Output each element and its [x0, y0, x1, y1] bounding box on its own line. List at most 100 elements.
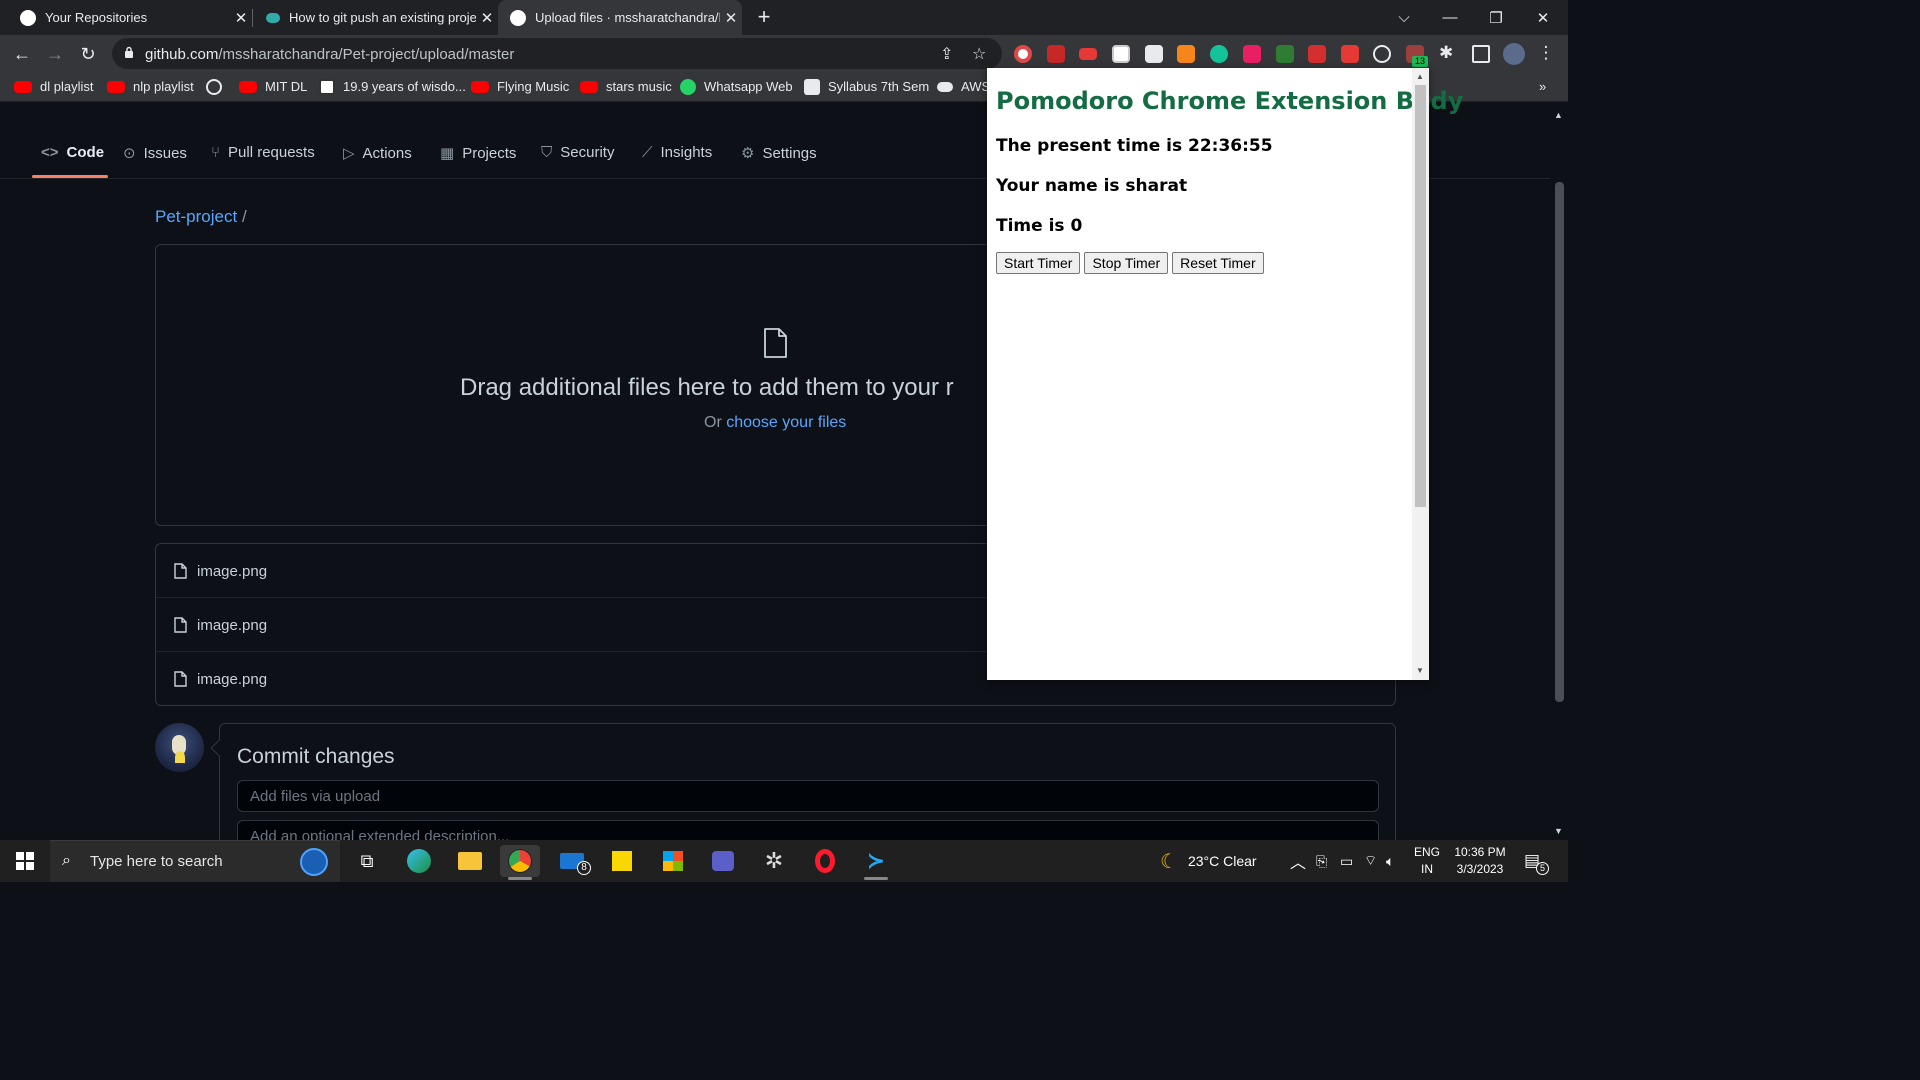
bookmark-dl-playlist[interactable]: dl playlist — [14, 72, 93, 101]
tab-upload-files[interactable]: Upload files · mssharatchandra/P ✕ — [498, 0, 742, 35]
volume-icon[interactable]: 🔈︎ — [1386, 840, 1394, 882]
page-scrollbar[interactable]: ▲ ▼ — [1550, 102, 1568, 840]
tab-settings[interactable]: ⚙ Settings — [741, 144, 817, 163]
weather-widget[interactable]: ☾ 23°C Clear — [1160, 840, 1257, 882]
notification-center-button[interactable]: ▤ 5 — [1524, 840, 1549, 882]
sticky-notes-app[interactable] — [602, 845, 642, 877]
stop-timer-button[interactable]: Stop Timer — [1084, 252, 1169, 274]
react-devtools-icon[interactable] — [1373, 45, 1391, 63]
bookmark-label: Whatsapp Web — [704, 79, 793, 94]
tray-overflow-button[interactable]: ︿ — [1290, 840, 1306, 882]
reload-button[interactable]: ↻ — [76, 42, 100, 66]
profile-avatar[interactable] — [1503, 43, 1525, 65]
play-extension-icon[interactable] — [1308, 45, 1326, 63]
notification-count: 5 — [1536, 862, 1549, 875]
reset-timer-button[interactable]: Reset Timer — [1172, 252, 1264, 274]
notion-extension-icon[interactable] — [1112, 45, 1130, 63]
scroll-up-icon[interactable]: ▲ — [1554, 110, 1563, 120]
store-app[interactable] — [653, 845, 693, 877]
language-indicator[interactable]: ENG IN — [1414, 840, 1440, 882]
task-view-button[interactable]: ⧉ — [347, 845, 387, 877]
extensions-puzzle-icon[interactable]: ✱ — [1439, 43, 1457, 62]
mail-app[interactable]: 8 — [552, 845, 592, 877]
minimize-button[interactable]: — — [1427, 0, 1473, 35]
grammarly-extension-icon[interactable] — [1210, 45, 1228, 63]
opera-app[interactable] — [805, 845, 845, 877]
bookmark-whatsapp[interactable]: Whatsapp Web — [680, 72, 793, 101]
address-bar[interactable]: github.com/mssharatchandra/Pet-project/u… — [112, 38, 1002, 69]
commit-summary-input[interactable]: Add files via upload — [237, 780, 1379, 812]
meet-now-icon[interactable]: ⎘ — [1316, 840, 1327, 882]
breadcrumb-repo-link[interactable]: Pet-project — [155, 207, 237, 226]
taskbar-search[interactable]: ⌕ Type here to search — [50, 840, 340, 882]
chrome-app[interactable] — [500, 845, 540, 880]
tab-security[interactable]: ⛉ Security — [541, 144, 614, 161]
tab-code[interactable]: <> Code — [41, 144, 104, 161]
spider-app[interactable]: ✲ — [754, 845, 794, 877]
breadcrumb-separator: / — [241, 207, 247, 226]
scroll-down-icon[interactable]: ▼ — [1554, 826, 1563, 836]
restore-button[interactable]: ❐ — [1473, 0, 1519, 35]
window-close-button[interactable]: ✕ — [1520, 0, 1566, 35]
share-icon[interactable]: ⇪ — [940, 44, 953, 64]
tab-actions[interactable]: ▷ Actions — [343, 144, 412, 163]
popup-scrollbar[interactable]: ▲ ▼ — [1412, 68, 1429, 680]
close-icon[interactable]: ✕ — [476, 9, 498, 27]
bookmark-mit-dl[interactable]: MIT DL — [239, 72, 307, 101]
vscode-app[interactable]: ≻ — [856, 845, 896, 880]
tab-search-chevron-icon[interactable]: ⌵ — [1381, 0, 1427, 35]
notion-icon — [319, 78, 335, 95]
lock-icon[interactable] — [124, 46, 134, 58]
choose-files-link[interactable]: choose your files — [726, 414, 846, 431]
tab-your-repositories[interactable]: Your Repositories ✕ — [0, 0, 253, 35]
pomodoro-popup: Pomodoro Chrome Extension Body The prese… — [987, 68, 1463, 680]
bookmark-globe[interactable] — [206, 72, 230, 101]
bing-icon[interactable] — [300, 848, 328, 876]
bookmark-wisdom[interactable]: 19.9 years of wisdo... — [319, 72, 466, 101]
back-button[interactable]: ← — [10, 42, 34, 66]
record-extension-icon[interactable] — [1014, 45, 1032, 63]
bookmark-flying-music[interactable]: Flying Music — [471, 72, 569, 101]
chrome-menu-icon[interactable]: ⋮ — [1537, 43, 1555, 62]
bookmarks-overflow-button[interactable]: » — [1539, 72, 1546, 101]
todoist-extension-icon[interactable] — [1341, 45, 1359, 63]
bookmark-star-icon[interactable]: ☆ — [972, 44, 986, 64]
side-panel-icon[interactable] — [1472, 45, 1490, 63]
youtube-extension-icon[interactable] — [1079, 48, 1097, 60]
wifi-icon[interactable]: ⌔ — [1364, 840, 1377, 882]
popup-scroll-thumb[interactable] — [1415, 85, 1426, 507]
q-extension-icon[interactable] — [1276, 45, 1294, 63]
tab-issues[interactable]: ⊙ Issues — [123, 144, 187, 163]
scroll-up-icon[interactable]: ▲ — [1416, 72, 1424, 81]
teams-app[interactable] — [703, 845, 743, 877]
metamask-extension-icon[interactable] — [1177, 45, 1195, 63]
page-scroll-thumb[interactable] — [1555, 182, 1564, 702]
edge-app[interactable] — [399, 845, 439, 877]
user-avatar[interactable] — [155, 723, 204, 772]
new-tab-button[interactable]: + — [752, 4, 776, 30]
bookmark-label: nlp playlist — [133, 79, 194, 94]
breadcrumb: Pet-project / — [155, 207, 247, 227]
close-icon[interactable]: ✕ — [720, 9, 742, 27]
bookmark-syllabus[interactable]: Syllabus 7th Sem — [804, 72, 929, 101]
puzzle-extension-icon[interactable] — [1243, 45, 1261, 63]
battery-icon[interactable]: ▭ — [1340, 840, 1353, 882]
window-extension-icon[interactable] — [1145, 45, 1163, 63]
start-button[interactable] — [0, 840, 50, 882]
bookmark-nlp-playlist[interactable]: nlp playlist — [107, 72, 194, 101]
tab-insights[interactable]: ⟋ Insights — [642, 144, 712, 161]
close-icon[interactable]: ✕ — [230, 9, 252, 27]
forward-button[interactable]: → — [43, 42, 67, 66]
language-code: ENG — [1414, 845, 1441, 859]
start-timer-button[interactable]: Start Timer — [996, 252, 1081, 274]
scroll-down-icon[interactable]: ▼ — [1416, 666, 1424, 675]
clock[interactable]: 10:36 PM 3/3/2023 — [1452, 840, 1508, 882]
bookmark-stars-music[interactable]: stars music — [580, 72, 672, 101]
nav-label: Code — [66, 144, 105, 161]
tab-git-push[interactable]: How to git push an existing proje ✕ — [252, 0, 498, 35]
bookmark-extension-icon[interactable] — [1047, 45, 1065, 63]
file-explorer-app[interactable] — [450, 845, 490, 877]
bookmark-aws[interactable]: AWS — [937, 72, 990, 101]
tab-pull-requests[interactable]: ⑂ Pull requests — [211, 144, 315, 161]
tab-projects[interactable]: ▦ Projects — [440, 144, 516, 163]
